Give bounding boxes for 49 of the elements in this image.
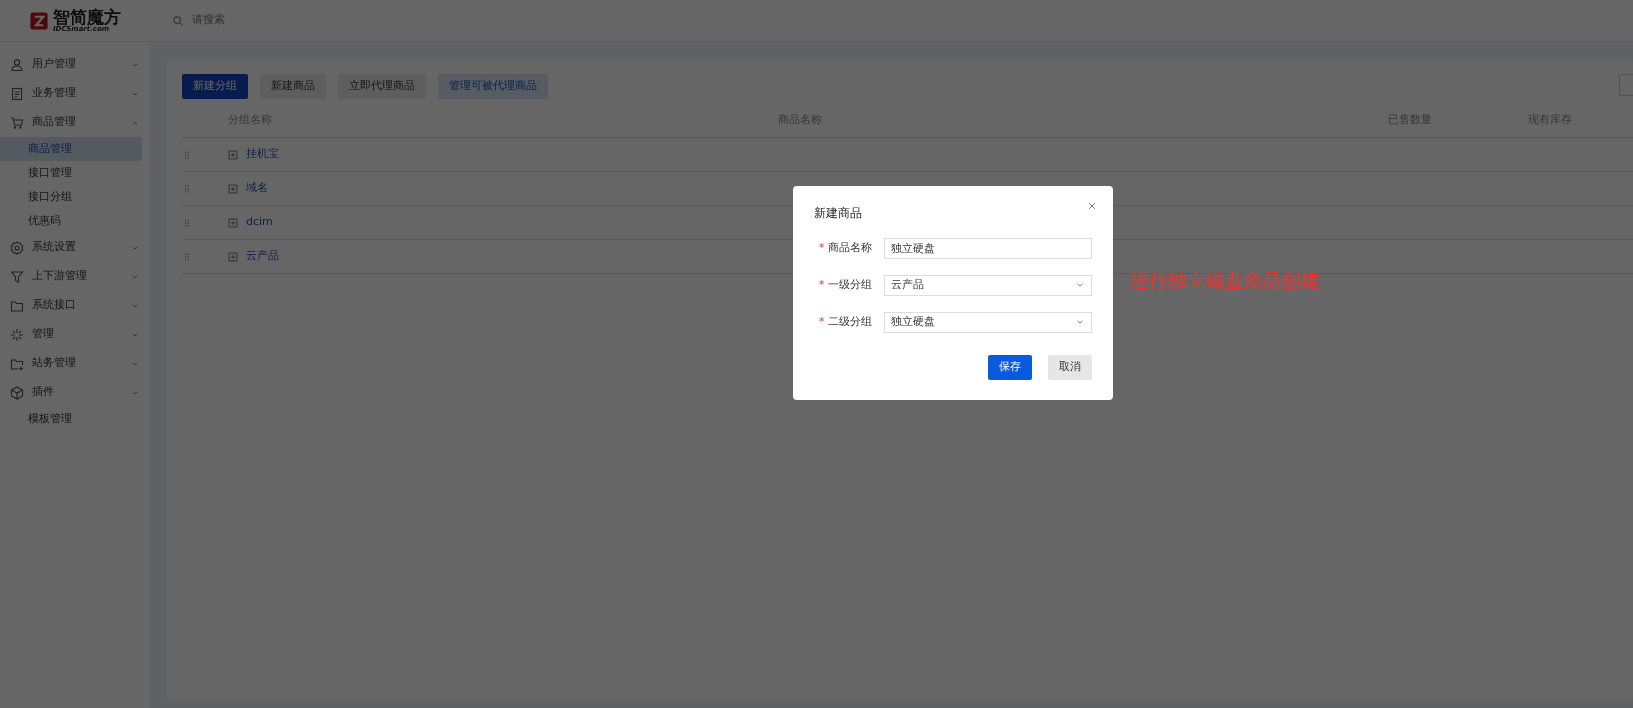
text-input-field[interactable]: 独立硬盘 bbox=[884, 237, 1092, 259]
dialog-title: 新建商品 bbox=[814, 205, 863, 222]
sidebar-subitem[interactable]: 接口管理 bbox=[0, 161, 142, 185]
sidebar-subitem[interactable]: 接口分组 bbox=[0, 185, 142, 209]
sidebar-item[interactable]: 管理 bbox=[0, 320, 150, 349]
sidebar-item[interactable]: 插件 bbox=[0, 378, 150, 407]
select-field[interactable]: 云产品 bbox=[884, 274, 1092, 296]
close-icon bbox=[1087, 201, 1097, 211]
cart-icon bbox=[10, 115, 24, 130]
user-icon bbox=[10, 57, 24, 72]
group-name-link[interactable]: 云产品 bbox=[246, 248, 279, 265]
toolbar-button[interactable]: 立即代理商品 bbox=[338, 74, 426, 99]
group-name-link[interactable]: dcim bbox=[246, 214, 273, 231]
sidebar-item[interactable]: 业务管理 bbox=[0, 79, 150, 108]
document-icon bbox=[10, 86, 24, 101]
sidebar-item[interactable]: 系统接口 bbox=[0, 291, 150, 320]
group-name-link[interactable]: 域名 bbox=[246, 180, 268, 197]
toolbar-button[interactable]: 新建商品 bbox=[260, 74, 326, 99]
toolbar-button[interactable]: 管理可被代理商品 bbox=[438, 74, 548, 99]
cancel-button[interactable]: 取消 bbox=[1048, 355, 1092, 380]
sidebar-subitem[interactable]: 优惠码 bbox=[0, 209, 142, 233]
search-icon bbox=[172, 14, 184, 27]
sparkle-icon bbox=[10, 327, 24, 342]
cube-icon bbox=[10, 385, 24, 400]
toolbar-button[interactable]: 新建分组 bbox=[182, 74, 248, 99]
settings-icon bbox=[10, 240, 24, 255]
sidebar-subitem[interactable]: 商品管理 bbox=[0, 137, 142, 161]
annotation-text: 进行独立磁盘商品创建 bbox=[1130, 268, 1320, 293]
expand-icon bbox=[228, 183, 238, 194]
folder-icon bbox=[10, 298, 24, 313]
sidebar-item[interactable]: 商品管理 bbox=[0, 108, 150, 137]
expand-icon bbox=[228, 149, 238, 160]
field-label: * 二级分组 bbox=[818, 313, 873, 330]
sidebar-item[interactable]: 上下游管理 bbox=[0, 262, 150, 291]
logo-text: 智简魔方 bbox=[53, 8, 121, 26]
field-label: * 一级分组 bbox=[818, 276, 873, 293]
sidebar-subitem[interactable]: 模板管理 bbox=[0, 407, 142, 431]
expand-icon bbox=[228, 217, 238, 228]
logo-icon bbox=[29, 10, 49, 31]
group-name-link[interactable]: 挂机宝 bbox=[246, 146, 279, 163]
filter-icon bbox=[10, 269, 24, 284]
sidebar-item[interactable]: 用户管理 bbox=[0, 50, 150, 79]
folder-plus-icon bbox=[10, 356, 24, 371]
select-field[interactable]: 独立硬盘 bbox=[884, 311, 1092, 333]
field-label: * 商品名称 bbox=[818, 239, 873, 256]
sidebar-item[interactable]: 站务管理 bbox=[0, 349, 150, 378]
sidebar-item[interactable]: 系统设置 bbox=[0, 233, 150, 262]
expand-icon bbox=[228, 251, 238, 262]
save-button[interactable]: 保存 bbox=[988, 355, 1032, 380]
